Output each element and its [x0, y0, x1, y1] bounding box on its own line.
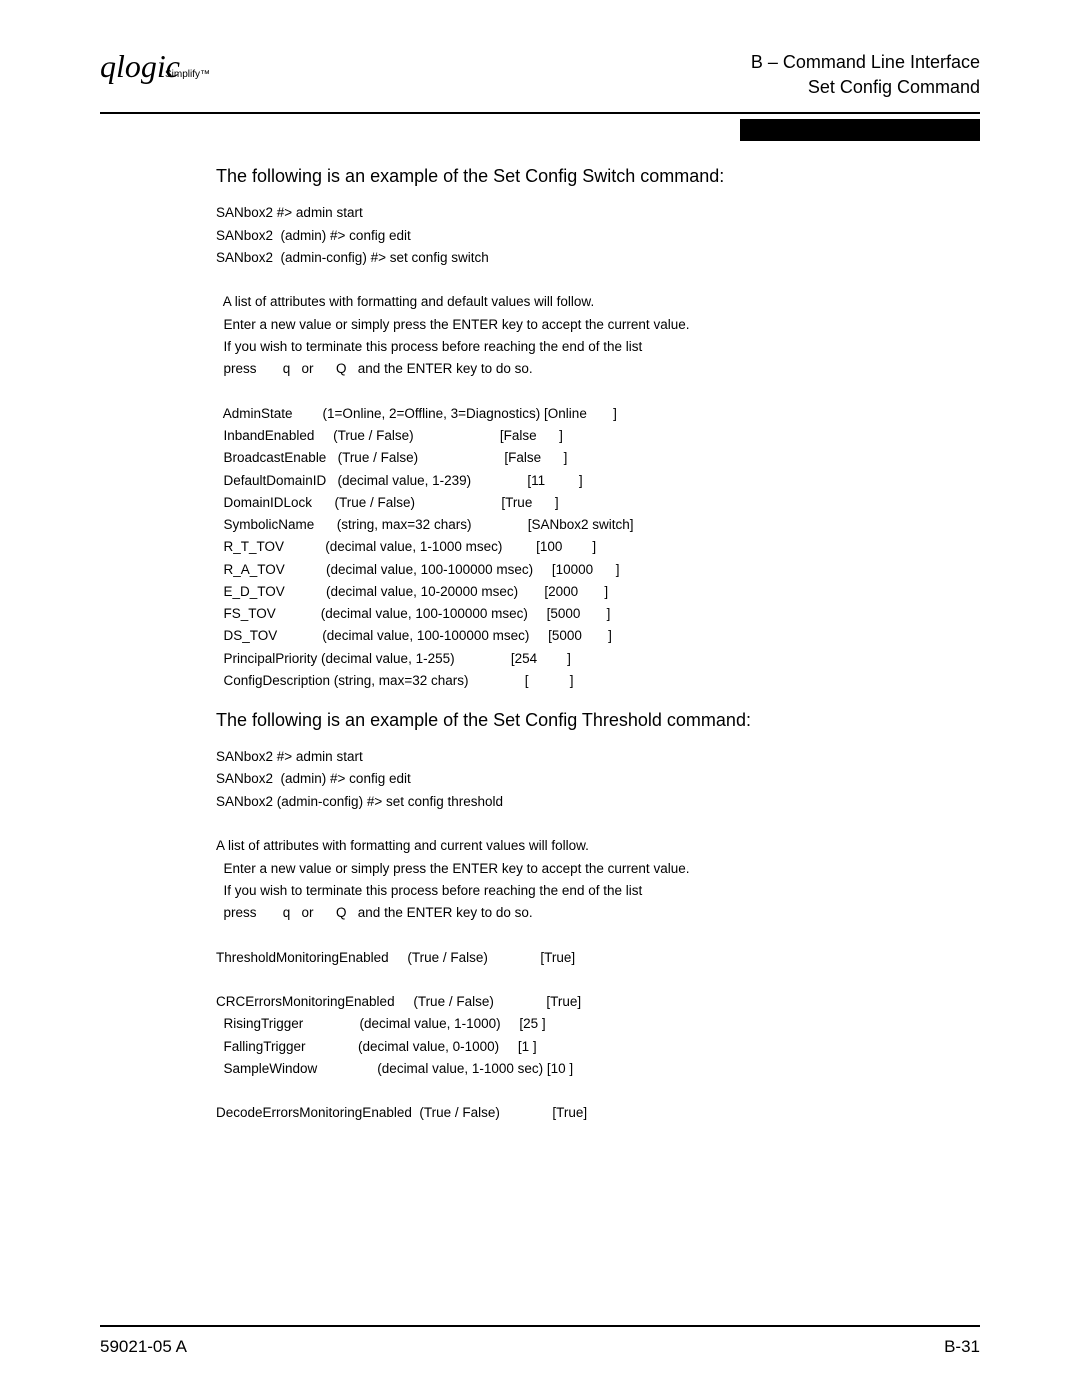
section2-intro: The following is an example of the Set C…	[216, 710, 960, 731]
logo-subtitle: Simplify™	[165, 70, 210, 80]
page-footer: 59021-05 A B-31	[100, 1325, 980, 1357]
section1-code: SANbox2 #> admin start SANbox2 (admin) #…	[216, 202, 960, 692]
header-title-block: B – Command Line Interface Set Config Co…	[751, 50, 980, 100]
header-line-1: B – Command Line Interface	[751, 50, 980, 75]
page-header: qlogic Simplify™ B – Command Line Interf…	[100, 50, 980, 114]
logo: qlogic Simplify™	[100, 50, 180, 82]
section1-intro: The following is an example of the Set C…	[216, 166, 960, 187]
black-bar	[740, 119, 980, 141]
main-content: The following is an example of the Set C…	[100, 166, 980, 1124]
header-line-2: Set Config Command	[751, 75, 980, 100]
section2-code: SANbox2 #> admin start SANbox2 (admin) #…	[216, 746, 960, 1125]
footer-right: B-31	[944, 1337, 980, 1357]
footer-left: 59021-05 A	[100, 1337, 187, 1357]
